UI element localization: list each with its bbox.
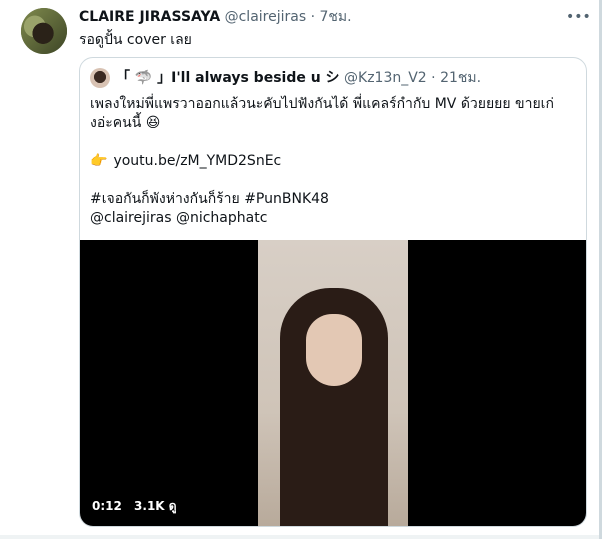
ellipsis-horizontal-icon[interactable]: ••• — [566, 8, 591, 26]
quote-author-handle[interactable]: @Kz13n_V2 — [344, 70, 427, 86]
next-tweet-edge — [0, 535, 599, 539]
video-views: 3.1K ดู — [134, 499, 177, 513]
author-name[interactable]: CLAIRE JIRASSAYA — [79, 9, 220, 25]
tweet-header: CLAIRE JIRASSAYA @clairejiras · 7ชม. — [79, 8, 352, 26]
author-avatar[interactable] — [21, 8, 67, 54]
video-player[interactable]: 0:12 3.1K ดู — [80, 240, 586, 526]
separator-dot: · — [431, 70, 436, 86]
quoted-tweet[interactable]: 「 🦈 」I'll always beside u シ @Kz13n_V2 · … — [79, 57, 587, 527]
tweet-time[interactable]: 7ชม. — [320, 9, 352, 25]
quote-line-1: เพลงใหม่พี่แพรวาออกแล้วนะคับไปฟังกันได้ … — [90, 96, 554, 112]
video-duration: 0:12 — [92, 499, 122, 513]
separator-dot: · — [310, 9, 316, 25]
tweet-text: รอดูปั้น cover เลย — [79, 32, 192, 48]
quote-author-avatar[interactable] — [90, 68, 110, 88]
video-thumbnail — [258, 240, 408, 526]
quote-mentions[interactable]: @clairejiras @nichaphatc — [90, 209, 576, 228]
quote-time[interactable]: 21ชม. — [440, 70, 481, 86]
quote-text: เพลงใหม่พี่แพรวาออกแล้วนะคับไปฟังกันได้ … — [90, 95, 576, 228]
quote-link-row: 👉 youtu.be/zM_YMD2SnEc — [90, 152, 576, 171]
quote-link[interactable]: youtu.be/zM_YMD2SnEc — [113, 153, 281, 169]
author-handle[interactable]: @clairejiras — [225, 9, 307, 25]
quote-hashtags[interactable]: #เจอกันก็พังห่างกันก็ร้าย #PunBNK48 — [90, 190, 576, 209]
video-stats: 0:12 3.1K ดู — [92, 497, 185, 516]
quote-author-name[interactable]: 「 🦈 」I'll always beside u シ — [116, 70, 340, 86]
quote-line-2: งอ่ะคนนี้ 😆 — [90, 115, 161, 131]
avatar-image — [21, 8, 67, 54]
backhand-index-pointing-right-icon: 👉 — [90, 153, 108, 169]
quote-header: 「 🦈 」I'll always beside u シ @Kz13n_V2 · … — [116, 69, 481, 87]
video-figure-face — [306, 314, 362, 386]
